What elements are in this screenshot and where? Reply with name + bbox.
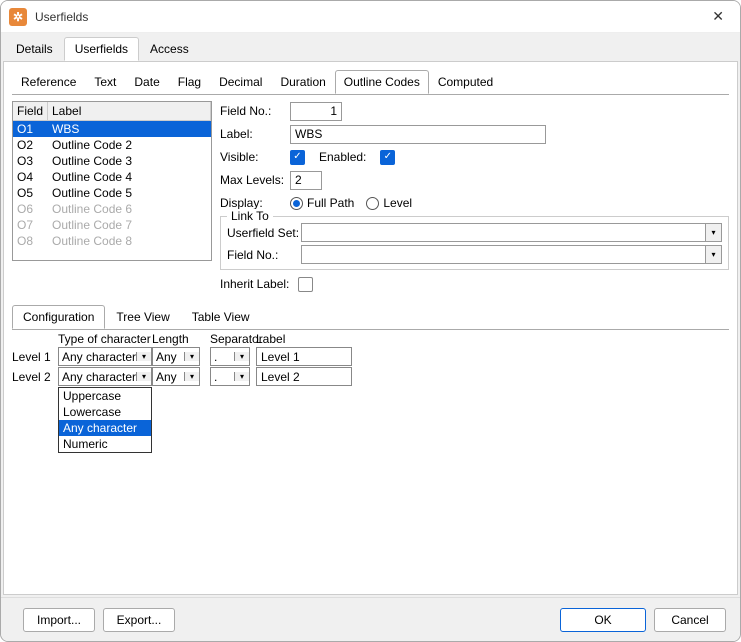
row-level-name: Level 2 — [12, 370, 58, 384]
tab-table-view[interactable]: Table View — [181, 305, 261, 329]
visible-checkbox[interactable]: ✓ — [290, 150, 305, 165]
chevron-down-icon[interactable]: ▾ — [184, 352, 199, 361]
chevron-down-icon[interactable]: ▾ — [136, 352, 151, 361]
row-level-name: Level 1 — [12, 350, 58, 364]
properties-panel: Field No.: Label: Visible: ✓ Enabled: ✓ — [220, 101, 729, 297]
userfield-set-label: Userfield Set: — [227, 226, 301, 240]
inner-tabs-divider — [12, 94, 729, 95]
chevron-down-icon[interactable]: ▾ — [234, 352, 249, 361]
display-label: Display: — [220, 196, 290, 210]
tab-outline-codes[interactable]: Outline Codes — [335, 70, 429, 94]
list-item[interactable]: O3Outline Code 3 — [13, 153, 211, 169]
tab-flag[interactable]: Flag — [169, 70, 210, 94]
level-radio[interactable] — [366, 197, 379, 210]
level-label: Level — [383, 196, 412, 210]
level-label-input[interactable] — [256, 347, 352, 366]
length-select[interactable]: Any▾ — [152, 367, 200, 386]
tab-duration[interactable]: Duration — [271, 70, 334, 94]
config-tabs: Configuration Tree View Table View — [12, 305, 729, 329]
header-label: Label — [48, 102, 211, 120]
export-button[interactable]: Export... — [103, 608, 175, 632]
close-icon[interactable]: ✕ — [704, 8, 732, 25]
enabled-checkbox[interactable]: ✓ — [380, 150, 395, 165]
type-select[interactable]: Any character▾ — [58, 347, 152, 366]
upper-section: Field Label O1WBS O2Outline Code 2 O3Out… — [12, 101, 729, 297]
field-no-label: Field No.: — [220, 104, 290, 118]
tab-userfields[interactable]: Userfields — [64, 37, 139, 61]
dropdown-option[interactable]: Uppercase — [59, 388, 151, 404]
header-separator: Separator — [210, 332, 256, 346]
field-no-input[interactable] — [290, 102, 342, 121]
link-field-no-label: Field No.: — [227, 248, 301, 262]
link-field-no-combo[interactable]: ▾ — [301, 245, 722, 264]
list-item[interactable]: O1WBS — [13, 121, 211, 137]
full-path-radio[interactable] — [290, 197, 303, 210]
chevron-down-icon[interactable]: ▾ — [136, 372, 151, 381]
type-select[interactable]: Any character▾ — [58, 367, 152, 386]
tab-configuration[interactable]: Configuration — [12, 305, 105, 329]
header-type: Type of character — [58, 332, 152, 346]
tab-date[interactable]: Date — [125, 70, 168, 94]
header-length: Length — [152, 332, 200, 346]
field-list-header: Field Label — [13, 102, 211, 121]
chevron-down-icon[interactable]: ▾ — [705, 246, 721, 263]
configuration-grid: Type of character Length Separator Label… — [12, 329, 729, 386]
length-select[interactable]: Any▾ — [152, 347, 200, 366]
window-title: Userfields — [35, 10, 704, 24]
outer-tabs: Details Userfields Access — [1, 33, 740, 61]
chevron-down-icon[interactable]: ▾ — [184, 372, 199, 381]
label-label: Label: — [220, 127, 290, 141]
list-item[interactable]: O8Outline Code 8 — [13, 233, 211, 249]
tab-details[interactable]: Details — [5, 37, 64, 61]
table-row: Level 2 Any character▾ Any▾ .▾ — [12, 367, 729, 386]
tab-text[interactable]: Text — [85, 70, 125, 94]
max-levels-input[interactable] — [290, 171, 322, 190]
list-item[interactable]: O7Outline Code 7 — [13, 217, 211, 233]
table-row: Level 1 Any character▾ Any▾ .▾ — [12, 347, 729, 366]
content-area: Details Userfields Access Reference Text… — [1, 33, 740, 597]
userfield-set-combo[interactable]: ▾ — [301, 223, 722, 242]
separator-select[interactable]: .▾ — [210, 367, 250, 386]
type-dropdown[interactable]: Uppercase Lowercase Any character Numeri… — [58, 387, 152, 453]
tab-access[interactable]: Access — [139, 37, 200, 61]
inner-tabs: Reference Text Date Flag Decimal Duratio… — [12, 70, 729, 94]
field-list[interactable]: Field Label O1WBS O2Outline Code 2 O3Out… — [12, 101, 212, 261]
cancel-button[interactable]: Cancel — [654, 608, 726, 632]
dropdown-option[interactable]: Lowercase — [59, 404, 151, 420]
enabled-label: Enabled: — [319, 150, 366, 164]
dropdown-option[interactable]: Any character — [59, 420, 151, 436]
tab-tree-view[interactable]: Tree View — [105, 305, 180, 329]
label-input[interactable] — [290, 125, 546, 144]
list-item[interactable]: O4Outline Code 4 — [13, 169, 211, 185]
tab-decimal[interactable]: Decimal — [210, 70, 271, 94]
chevron-down-icon[interactable]: ▾ — [705, 224, 721, 241]
list-item[interactable]: O6Outline Code 6 — [13, 201, 211, 217]
app-icon: ✲ — [9, 8, 27, 26]
level-label-input[interactable] — [256, 367, 352, 386]
list-item[interactable]: O2Outline Code 2 — [13, 137, 211, 153]
userfields-panel: Reference Text Date Flag Decimal Duratio… — [3, 61, 738, 595]
full-path-label: Full Path — [307, 196, 354, 210]
userfields-dialog: ✲ Userfields ✕ Details Userfields Access… — [0, 0, 741, 642]
inherit-label-label: Inherit Label: — [220, 277, 298, 291]
inherit-label-checkbox[interactable] — [298, 277, 313, 292]
dialog-footer: Import... Export... OK Cancel — [1, 597, 740, 641]
visible-label: Visible: — [220, 150, 290, 164]
separator-select[interactable]: .▾ — [210, 347, 250, 366]
titlebar: ✲ Userfields ✕ — [1, 1, 740, 33]
link-to-legend: Link To — [227, 209, 273, 223]
dropdown-option[interactable]: Numeric — [59, 436, 151, 452]
header-label: Label — [256, 332, 356, 346]
grid-header: Type of character Length Separator Label — [12, 332, 729, 346]
ok-button[interactable]: OK — [560, 608, 646, 632]
tab-reference[interactable]: Reference — [12, 70, 85, 94]
max-levels-label: Max Levels: — [220, 173, 290, 187]
header-field: Field — [13, 102, 48, 120]
link-to-group: Link To Userfield Set: ▾ Field No.: — [220, 216, 729, 270]
list-item[interactable]: O5Outline Code 5 — [13, 185, 211, 201]
chevron-down-icon[interactable]: ▾ — [234, 372, 249, 381]
import-button[interactable]: Import... — [23, 608, 95, 632]
tab-computed[interactable]: Computed — [429, 70, 502, 94]
